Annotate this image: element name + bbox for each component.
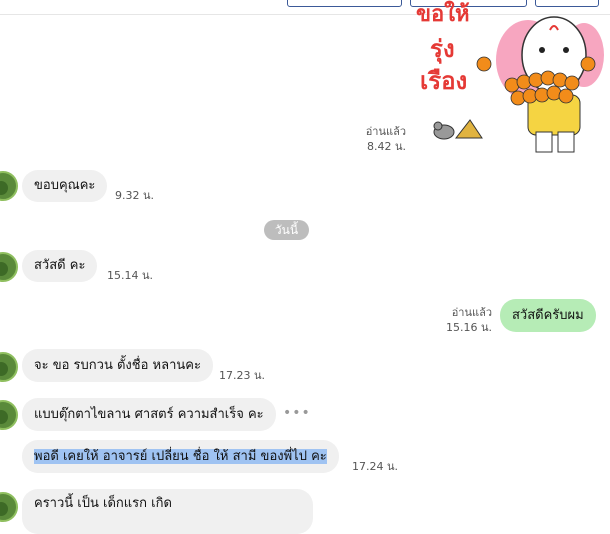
avatar[interactable] xyxy=(0,352,18,382)
message-bubble-incoming[interactable]: จะ ขอ รบกวน ตั้งชื่อ หลานคะ xyxy=(22,349,213,382)
message-bubble-incoming[interactable]: คราวนี้ เป็น เด็กแรก เกิด xyxy=(22,489,313,534)
sticker-text-3: เรือง xyxy=(420,67,468,95)
toolbar-button-1[interactable] xyxy=(287,0,402,7)
read-receipt-2: อ่านแล้ว 15.16 น. xyxy=(444,305,492,335)
more-options-icon[interactable]: ••• xyxy=(283,405,311,421)
message-time: 8.42 น. xyxy=(366,140,406,153)
read-receipt-1: อ่านแล้ว 8.42 น. xyxy=(360,124,406,154)
message-time: 17.24 น. xyxy=(352,460,399,473)
avatar[interactable] xyxy=(0,400,18,430)
read-label: อ่านแล้ว xyxy=(451,306,492,319)
sticker-text-1: ขอให้ xyxy=(416,2,470,27)
avatar[interactable] xyxy=(0,252,18,282)
message-bubble-incoming[interactable]: สวัสดี คะ xyxy=(22,250,98,282)
avatar[interactable] xyxy=(0,171,18,201)
message-time: 15.16 น. xyxy=(445,321,492,334)
message-bubble-incoming[interactable]: ขอบคุณคะ xyxy=(22,170,108,202)
message-bubble-incoming[interactable]: แบบตุ๊กตาไขลาน ศาสตร์ ความสำเร็จ คะ xyxy=(22,398,276,431)
message-time: 9.32 น. xyxy=(115,189,155,202)
read-label: อ่านแล้ว xyxy=(365,125,406,138)
avatar[interactable] xyxy=(0,492,18,522)
sticker-ganesha[interactable]: ขอให้ รุ่ง เรือง xyxy=(416,0,606,160)
day-separator: วันนี้ xyxy=(264,220,309,240)
message-bubble-outgoing[interactable]: สวัสดีครับผม xyxy=(500,299,596,332)
sticker-text-2: รุ่ง xyxy=(430,35,455,63)
message-time: 17.23 น. xyxy=(219,369,266,382)
message-bubble-incoming[interactable]: พอดี เคยให้ อาจารย์ เปลี่ยน ชื่อ ให้ สาม… xyxy=(22,440,339,473)
selected-text: พอดี เคยให้ อาจารย์ เปลี่ยน ชื่อ ให้ สาม… xyxy=(34,449,327,464)
message-time: 15.14 น. xyxy=(107,269,154,282)
